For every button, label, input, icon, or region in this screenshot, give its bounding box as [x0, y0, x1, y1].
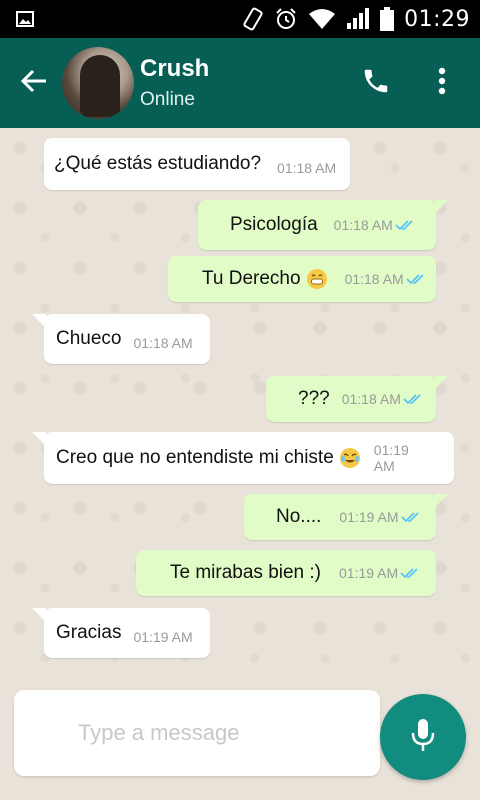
message-bubble-incoming[interactable]: Gracias 01:19 AM	[32, 608, 210, 658]
message-time: 01:19 AM	[339, 509, 399, 525]
contact-status: Online	[140, 89, 195, 110]
voice-record-button[interactable]	[380, 694, 466, 780]
message-time: 01:19 AM	[373, 442, 409, 474]
back-button[interactable]	[6, 38, 62, 128]
message-time: 01:19 AM	[339, 565, 399, 581]
voice-call-button[interactable]	[348, 55, 404, 111]
message-text: Tu Derecho	[202, 268, 301, 289]
more-options-button[interactable]	[422, 55, 462, 111]
contact-info[interactable]: Crush Online	[140, 55, 209, 111]
message-input-container[interactable]	[14, 690, 380, 776]
grinning-face-emoji	[306, 269, 327, 289]
message-bubble-outgoing[interactable]: Te mirabas bien :) 01:19 AM	[136, 550, 436, 596]
message-text: Te mirabas bien :)	[170, 562, 322, 583]
message-bubble-outgoing[interactable]: Tu Derecho 01:18 AM	[168, 256, 436, 302]
avatar[interactable]	[62, 47, 134, 119]
message-time: 01:18 AM	[341, 391, 401, 407]
message-text: Chueco	[56, 328, 122, 349]
back-arrow-icon	[20, 67, 48, 99]
wifi-icon	[308, 8, 336, 30]
contact-name: Crush	[140, 55, 210, 82]
message-time: 01:19 AM	[133, 629, 193, 645]
status-bar: 01:29	[0, 0, 480, 38]
tears-of-joy-emoji	[339, 448, 360, 468]
battery-icon	[380, 7, 395, 31]
message-bubble-outgoing[interactable]: No.... 01:19 AM	[244, 494, 448, 540]
message-time: 01:18 AM	[277, 160, 337, 176]
phone-icon	[361, 66, 391, 100]
more-vert-icon	[438, 67, 446, 99]
alarm-icon	[274, 7, 298, 31]
double-check-read-icon	[406, 273, 426, 285]
message-text: Psicología	[230, 214, 318, 235]
message-text: Creo que no entendiste mi chiste	[56, 447, 334, 468]
chat-header: Crush Online	[0, 38, 480, 128]
message-bubble-outgoing[interactable]: Psicología 01:18 AM	[198, 200, 448, 250]
image-icon	[16, 11, 34, 27]
rotate-icon	[242, 7, 264, 31]
message-text: ¿Qué estás estudiando?	[54, 153, 262, 174]
message-text: ???	[298, 388, 330, 409]
clock: 01:29	[404, 6, 470, 32]
message-time: 01:18 AM	[133, 335, 193, 351]
message-time: 01:18 AM	[344, 271, 404, 287]
message-input[interactable]	[78, 720, 358, 746]
message-text: Gracias	[56, 622, 122, 643]
microphone-icon	[410, 717, 436, 757]
message-bubble-incoming[interactable]: Creo que no entendiste mi chiste 01:19 A…	[32, 432, 454, 484]
double-check-read-icon	[403, 393, 423, 405]
signal-icon	[346, 8, 370, 30]
message-bubble-outgoing[interactable]: ??? 01:18 AM	[266, 376, 448, 422]
message-text: No....	[276, 506, 322, 527]
composer-bar	[0, 668, 480, 800]
double-check-read-icon	[395, 219, 415, 231]
message-time: 01:18 AM	[333, 217, 393, 233]
message-list[interactable]: ¿Qué estás estudiando? 01:18 AM Psicolog…	[0, 128, 480, 668]
double-check-read-icon	[400, 511, 421, 523]
message-bubble-incoming[interactable]: Chueco 01:18 AM	[32, 314, 210, 364]
double-check-read-icon	[400, 567, 420, 579]
message-bubble-incoming[interactable]: ¿Qué estás estudiando? 01:18 AM	[44, 138, 350, 190]
